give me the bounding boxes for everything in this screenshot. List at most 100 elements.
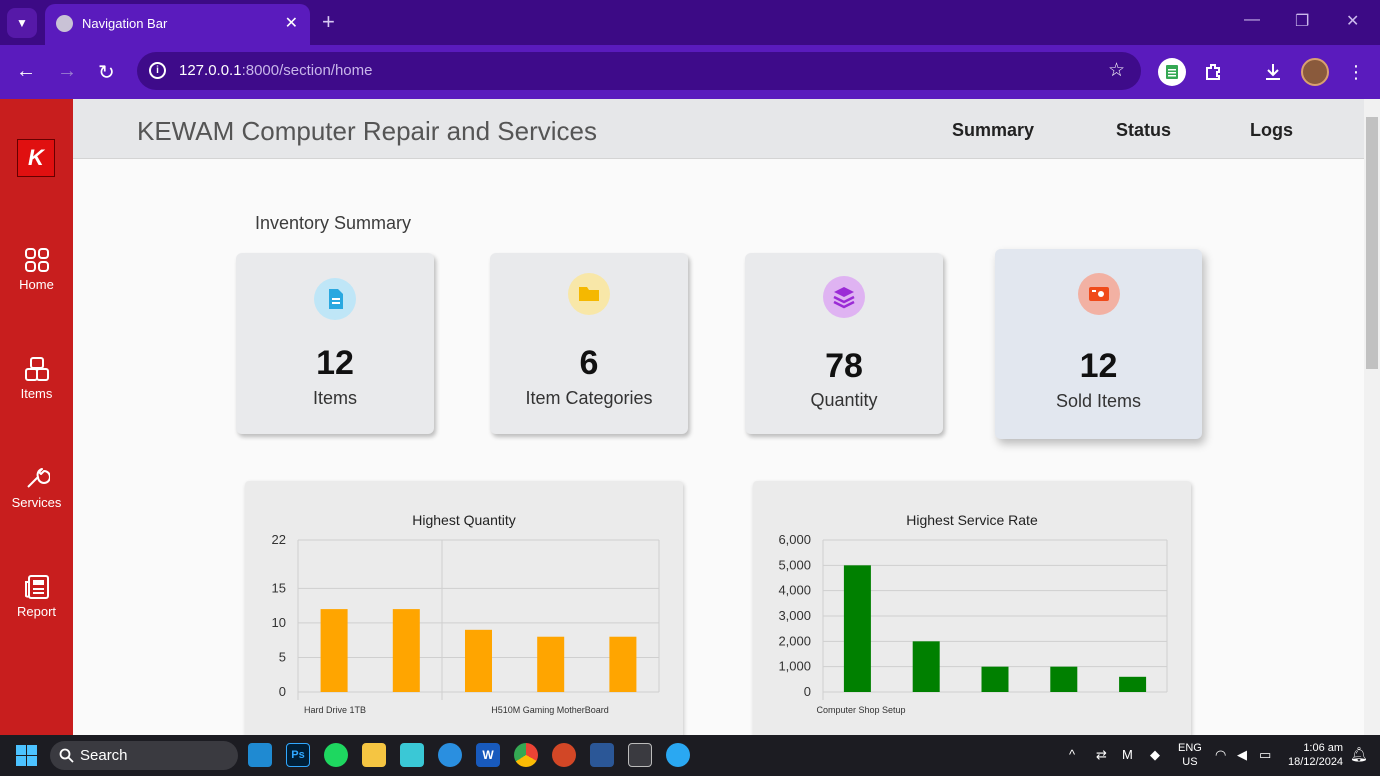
extension-sheets-icon[interactable] bbox=[1158, 58, 1186, 86]
sidebar-item-label: Items bbox=[20, 386, 53, 401]
window-close-icon[interactable]: ✕ bbox=[1346, 11, 1359, 31]
bar bbox=[1050, 666, 1078, 692]
sidebar-item-items[interactable]: Items bbox=[0, 356, 73, 401]
chart-highest-quantity: Highest Quantity 0 5 10 15 22 Hard Drive 1TB H5… bbox=[245, 481, 683, 741]
site-info-icon[interactable]: i bbox=[149, 62, 166, 79]
search-icon bbox=[59, 748, 74, 763]
download-icon[interactable] bbox=[1259, 58, 1287, 86]
browser-tab[interactable]: Navigation Bar ✕ bbox=[45, 4, 310, 45]
summary-card-quantity[interactable]: 78 Quantity bbox=[745, 253, 943, 434]
y-tick-label: 3,000 bbox=[778, 608, 811, 623]
taskbar-search[interactable]: Search bbox=[50, 741, 238, 770]
url-text[interactable]: 127.0.0.1:8000/section/home bbox=[179, 62, 372, 79]
main-content: Inventory Summary 12 Items 6 Item Catego… bbox=[73, 159, 1364, 741]
card-label: Sold Items bbox=[1055, 391, 1142, 411]
powerpoint-icon[interactable] bbox=[552, 743, 576, 767]
section-title: Inventory Summary bbox=[255, 213, 412, 233]
quantity-bar-chart: Highest Quantity 0 5 10 15 22 Hard Drive 1TB H5… bbox=[272, 512, 660, 715]
y-tick-label: 1,000 bbox=[778, 659, 811, 674]
bookmark-star-icon[interactable]: ☆ bbox=[1108, 59, 1125, 82]
tab-search-button[interactable]: ▼ bbox=[7, 8, 37, 38]
grid-icon bbox=[24, 248, 49, 272]
card-value: 78 bbox=[825, 347, 863, 385]
back-icon[interactable]: ← bbox=[16, 60, 36, 83]
summary-card-sold-items[interactable]: 12 Sold Items bbox=[995, 249, 1202, 439]
search-label: Search bbox=[80, 747, 128, 764]
tab-title: Navigation Bar bbox=[82, 16, 168, 31]
card-value: 12 bbox=[1079, 347, 1118, 385]
bar bbox=[537, 636, 565, 692]
bar bbox=[465, 629, 492, 692]
y-tick-label: 0 bbox=[804, 684, 811, 699]
browser-menu-icon[interactable]: ⋮ bbox=[1342, 58, 1370, 86]
globe-icon bbox=[56, 15, 73, 32]
word-icon[interactable]: W bbox=[476, 743, 500, 767]
nav-link-logs[interactable]: Logs bbox=[1250, 120, 1293, 141]
page-scrollbar[interactable] bbox=[1364, 99, 1380, 735]
boxes-icon bbox=[24, 357, 49, 381]
windows-start-icon[interactable] bbox=[16, 745, 37, 766]
sidebar-item-label: Home bbox=[19, 277, 54, 292]
spotify-icon[interactable] bbox=[324, 743, 348, 767]
x-tick-label: H510M Gaming MotherBoard bbox=[491, 705, 609, 715]
language-indicator[interactable]: ENG US bbox=[1178, 741, 1202, 769]
minimize-icon[interactable]: — bbox=[1244, 11, 1260, 29]
brand-title: KEWAM Computer Repair and Services bbox=[137, 116, 597, 146]
document-icon bbox=[314, 278, 356, 320]
sidebar-item-label: Report bbox=[16, 604, 57, 619]
card-label: Item Categories bbox=[525, 388, 653, 408]
y-tick-label: 10 bbox=[272, 615, 286, 630]
edge-browser-icon[interactable] bbox=[438, 743, 462, 767]
y-tick-label: 4,000 bbox=[778, 583, 811, 598]
virtualbox-icon[interactable] bbox=[628, 743, 652, 767]
clock[interactable]: 1:06 am 18/12/2024 bbox=[1288, 741, 1343, 769]
tray-chevron-icon[interactable]: ^ bbox=[1069, 747, 1075, 762]
nav-link-summary[interactable]: Summary bbox=[952, 120, 1034, 141]
bar bbox=[912, 641, 940, 692]
powershell-icon[interactable] bbox=[590, 743, 614, 767]
restore-icon[interactable]: ❐ bbox=[1295, 11, 1309, 31]
sidebar: K Home Items Services Report bbox=[0, 99, 73, 735]
reload-icon[interactable]: ↻ bbox=[98, 60, 115, 85]
app-icon[interactable] bbox=[666, 743, 690, 767]
newspaper-icon bbox=[24, 575, 49, 599]
bar bbox=[392, 609, 420, 692]
notification-bell-icon[interactable]: 🔔︎ bbox=[1350, 746, 1368, 763]
close-tab-icon[interactable]: ✕ bbox=[285, 13, 298, 33]
tray-network-sync-icon[interactable]: ⇄ bbox=[1096, 747, 1107, 763]
nav-link-status[interactable]: Status bbox=[1116, 120, 1171, 141]
chrome-icon[interactable] bbox=[514, 743, 538, 767]
extensions-puzzle-icon[interactable] bbox=[1199, 58, 1227, 86]
notepad-icon[interactable] bbox=[400, 743, 424, 767]
x-tick-label: Hard Drive 1TB bbox=[304, 705, 366, 715]
y-tick-label: 22 bbox=[272, 532, 286, 547]
sidebar-item-services[interactable]: Services bbox=[0, 465, 73, 510]
bar bbox=[981, 666, 1009, 692]
forward-icon[interactable]: → bbox=[57, 60, 77, 83]
summary-card-item-categories[interactable]: 6 Item Categories bbox=[490, 253, 688, 434]
new-tab-icon[interactable]: + bbox=[322, 9, 335, 35]
scrollbar-thumb[interactable] bbox=[1366, 117, 1378, 369]
sidebar-item-report[interactable]: Report bbox=[0, 574, 73, 619]
bar bbox=[1119, 676, 1147, 692]
wifi-icon[interactable]: ◠ bbox=[1215, 747, 1226, 763]
file-explorer-icon[interactable] bbox=[362, 743, 386, 767]
y-tick-label: 5 bbox=[279, 649, 286, 664]
address-bar[interactable]: i 127.0.0.1:8000/section/home ☆ bbox=[137, 52, 1141, 90]
y-tick-label: 5,000 bbox=[778, 557, 811, 572]
vscode-icon[interactable] bbox=[248, 743, 272, 767]
clock-time: 1:06 am bbox=[1303, 742, 1344, 754]
profile-avatar[interactable] bbox=[1301, 58, 1329, 86]
photoshop-icon[interactable]: Ps bbox=[286, 743, 310, 767]
volume-icon[interactable]: ◀ bbox=[1237, 747, 1247, 763]
tray-defender-icon[interactable]: ◆ bbox=[1150, 747, 1160, 763]
folder-icon bbox=[568, 273, 610, 315]
language-code: ENG bbox=[1178, 742, 1202, 754]
tray-app-icon[interactable]: M bbox=[1122, 747, 1133, 762]
kewam-logo: K bbox=[17, 139, 55, 177]
summary-card-items[interactable]: 12 Items bbox=[236, 253, 434, 434]
chart-highest-service-rate: Highest Service Rate 0 1,000 2,000 3,000 4,00… bbox=[753, 481, 1191, 741]
battery-icon[interactable]: ▭ bbox=[1259, 747, 1271, 763]
sidebar-item-home[interactable]: Home bbox=[0, 247, 73, 292]
card-value: 6 bbox=[579, 344, 599, 382]
